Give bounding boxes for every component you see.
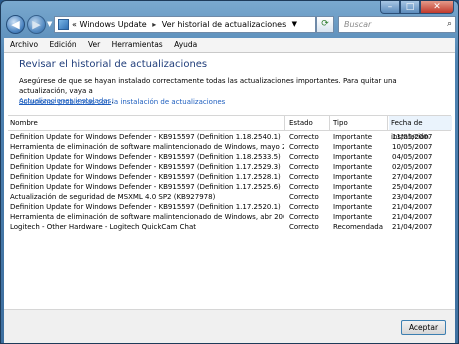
menu-herramientas[interactable]: Herramientas [112, 40, 163, 49]
cell-date: 02/05/2007 [392, 163, 433, 171]
cell-name: Definition Update for Windows Defender -… [10, 203, 281, 211]
cell-status: Correcto [289, 213, 319, 221]
search-icon[interactable]: ⌕ [447, 17, 452, 32]
column-header-type[interactable]: Tipo [331, 116, 388, 130]
cell-date: 25/04/2007 [392, 183, 433, 191]
cell-date: 10/05/2007 [392, 143, 433, 151]
list-rows: Definition Update for Windows Defender -… [8, 132, 451, 232]
table-row[interactable]: Definition Update for Windows Defender -… [8, 172, 451, 182]
search-input[interactable]: Buscar ⌕ [338, 16, 456, 33]
column-header-status[interactable]: Estado [287, 116, 330, 130]
cell-type: Importante [333, 213, 373, 221]
cell-status: Correcto [289, 133, 319, 141]
button-bar: Aceptar [4, 309, 455, 343]
cell-name: Definition Update for Windows Defender -… [10, 183, 281, 191]
refresh-button[interactable]: ⟳ [316, 16, 334, 33]
content-pane: Revisar el historial de actualizaciones … [4, 53, 455, 343]
cell-type: Importante [333, 143, 373, 151]
cell-name: Herramienta de eliminación de software m… [10, 143, 284, 151]
page-title: Revisar el historial de actualizaciones [19, 59, 208, 70]
cell-name: Definition Update for Windows Defender -… [10, 173, 281, 181]
explorer-window: – □ ✕ ◀ ▶ ▼ « Windows Update ▸ Ver histo… [0, 0, 459, 344]
cell-status: Correcto [289, 173, 319, 181]
troubleshoot-link[interactable]: Solucionar problemas con la instalación … [19, 98, 225, 106]
menu-edicion[interactable]: Edición [49, 40, 76, 49]
table-row[interactable]: Definition Update for Windows Defender -… [8, 202, 451, 212]
search-placeholder: Buscar [344, 20, 372, 29]
table-row[interactable]: Logitech - Other Hardware - Logitech Qui… [8, 222, 451, 232]
table-row[interactable]: Definition Update for Windows Defender -… [8, 152, 451, 162]
column-header-name[interactable]: Nombre [8, 116, 285, 130]
cell-name: Logitech - Other Hardware - Logitech Qui… [10, 223, 197, 231]
table-row[interactable]: Herramienta de eliminación de software m… [8, 142, 451, 152]
cell-status: Correcto [289, 163, 319, 171]
cell-name: Definition Update for Windows Defender -… [10, 153, 281, 161]
cell-type: Importante [333, 133, 373, 141]
breadcrumb-chevron-icon: « [72, 20, 77, 29]
cell-date: 21/04/2007 [392, 213, 433, 221]
update-history-list[interactable]: Nombre Estado Tipo Fecha de instalación … [8, 115, 452, 322]
breadcrumb-current[interactable]: Ver historial de actualizaciones [162, 20, 286, 29]
address-bar[interactable]: « Windows Update ▸ Ver historial de actu… [54, 16, 316, 33]
cell-date: 21/04/2007 [392, 223, 433, 231]
cell-type: Recomendada [333, 223, 384, 231]
cell-status: Correcto [289, 143, 319, 151]
cell-name: Definition Update for Windows Defender -… [10, 163, 281, 171]
menu-ver[interactable]: Ver [88, 40, 100, 49]
cell-date: 21/04/2007 [392, 203, 433, 211]
cell-date: 11/05/2007 [392, 133, 433, 141]
cell-date: 04/05/2007 [392, 153, 433, 161]
table-row[interactable]: Definition Update for Windows Defender -… [8, 182, 451, 192]
address-dropdown-icon[interactable]: ▼ [292, 17, 297, 32]
breadcrumb-windows-update[interactable]: Windows Update [79, 20, 146, 29]
cell-status: Correcto [289, 223, 319, 231]
intro-sentence: Asegúrese de que se hayan instalado corr… [19, 77, 397, 95]
cell-name: Definition Update for Windows Defender -… [10, 133, 281, 141]
cell-type: Importante [333, 203, 373, 211]
menu-bar: Archivo Edición Ver Herramientas Ayuda [4, 38, 455, 53]
cell-type: Importante [333, 173, 373, 181]
accept-button[interactable]: Aceptar [401, 320, 446, 335]
table-row[interactable]: Herramienta de eliminación de software m… [8, 212, 451, 222]
navigation-bar: ◀ ▶ ▼ « Windows Update ▸ Ver historial d… [4, 13, 456, 37]
forward-button[interactable]: ▶ [27, 15, 46, 34]
cell-name: Actualización de seguridad de MSXML 4.0 … [10, 193, 216, 201]
cell-date: 27/04/2007 [392, 173, 433, 181]
list-header: Nombre Estado Tipo Fecha de instalación [8, 116, 452, 141]
menu-ayuda[interactable]: Ayuda [174, 40, 197, 49]
cell-status: Correcto [289, 153, 319, 161]
cell-status: Correcto [289, 203, 319, 211]
cell-name: Herramienta de eliminación de software m… [10, 213, 284, 221]
menu-archivo[interactable]: Archivo [10, 40, 38, 49]
breadcrumb-separator-icon[interactable]: ▸ [152, 20, 156, 29]
table-row[interactable]: Actualización de seguridad de MSXML 4.0 … [8, 192, 451, 202]
cell-type: Importante [333, 193, 373, 201]
cell-date: 23/04/2007 [392, 193, 433, 201]
column-header-date[interactable]: Fecha de instalación [389, 116, 452, 141]
recent-pages-dropdown[interactable]: ▼ [47, 20, 52, 28]
cell-status: Correcto [289, 193, 319, 201]
table-row[interactable]: Definition Update for Windows Defender -… [8, 162, 451, 172]
back-button[interactable]: ◀ [6, 15, 25, 34]
control-panel-icon [58, 19, 69, 30]
cell-type: Importante [333, 183, 373, 191]
cell-type: Importante [333, 163, 373, 171]
cell-status: Correcto [289, 183, 319, 191]
cell-type: Importante [333, 153, 373, 161]
table-row[interactable]: Definition Update for Windows Defender -… [8, 132, 451, 142]
